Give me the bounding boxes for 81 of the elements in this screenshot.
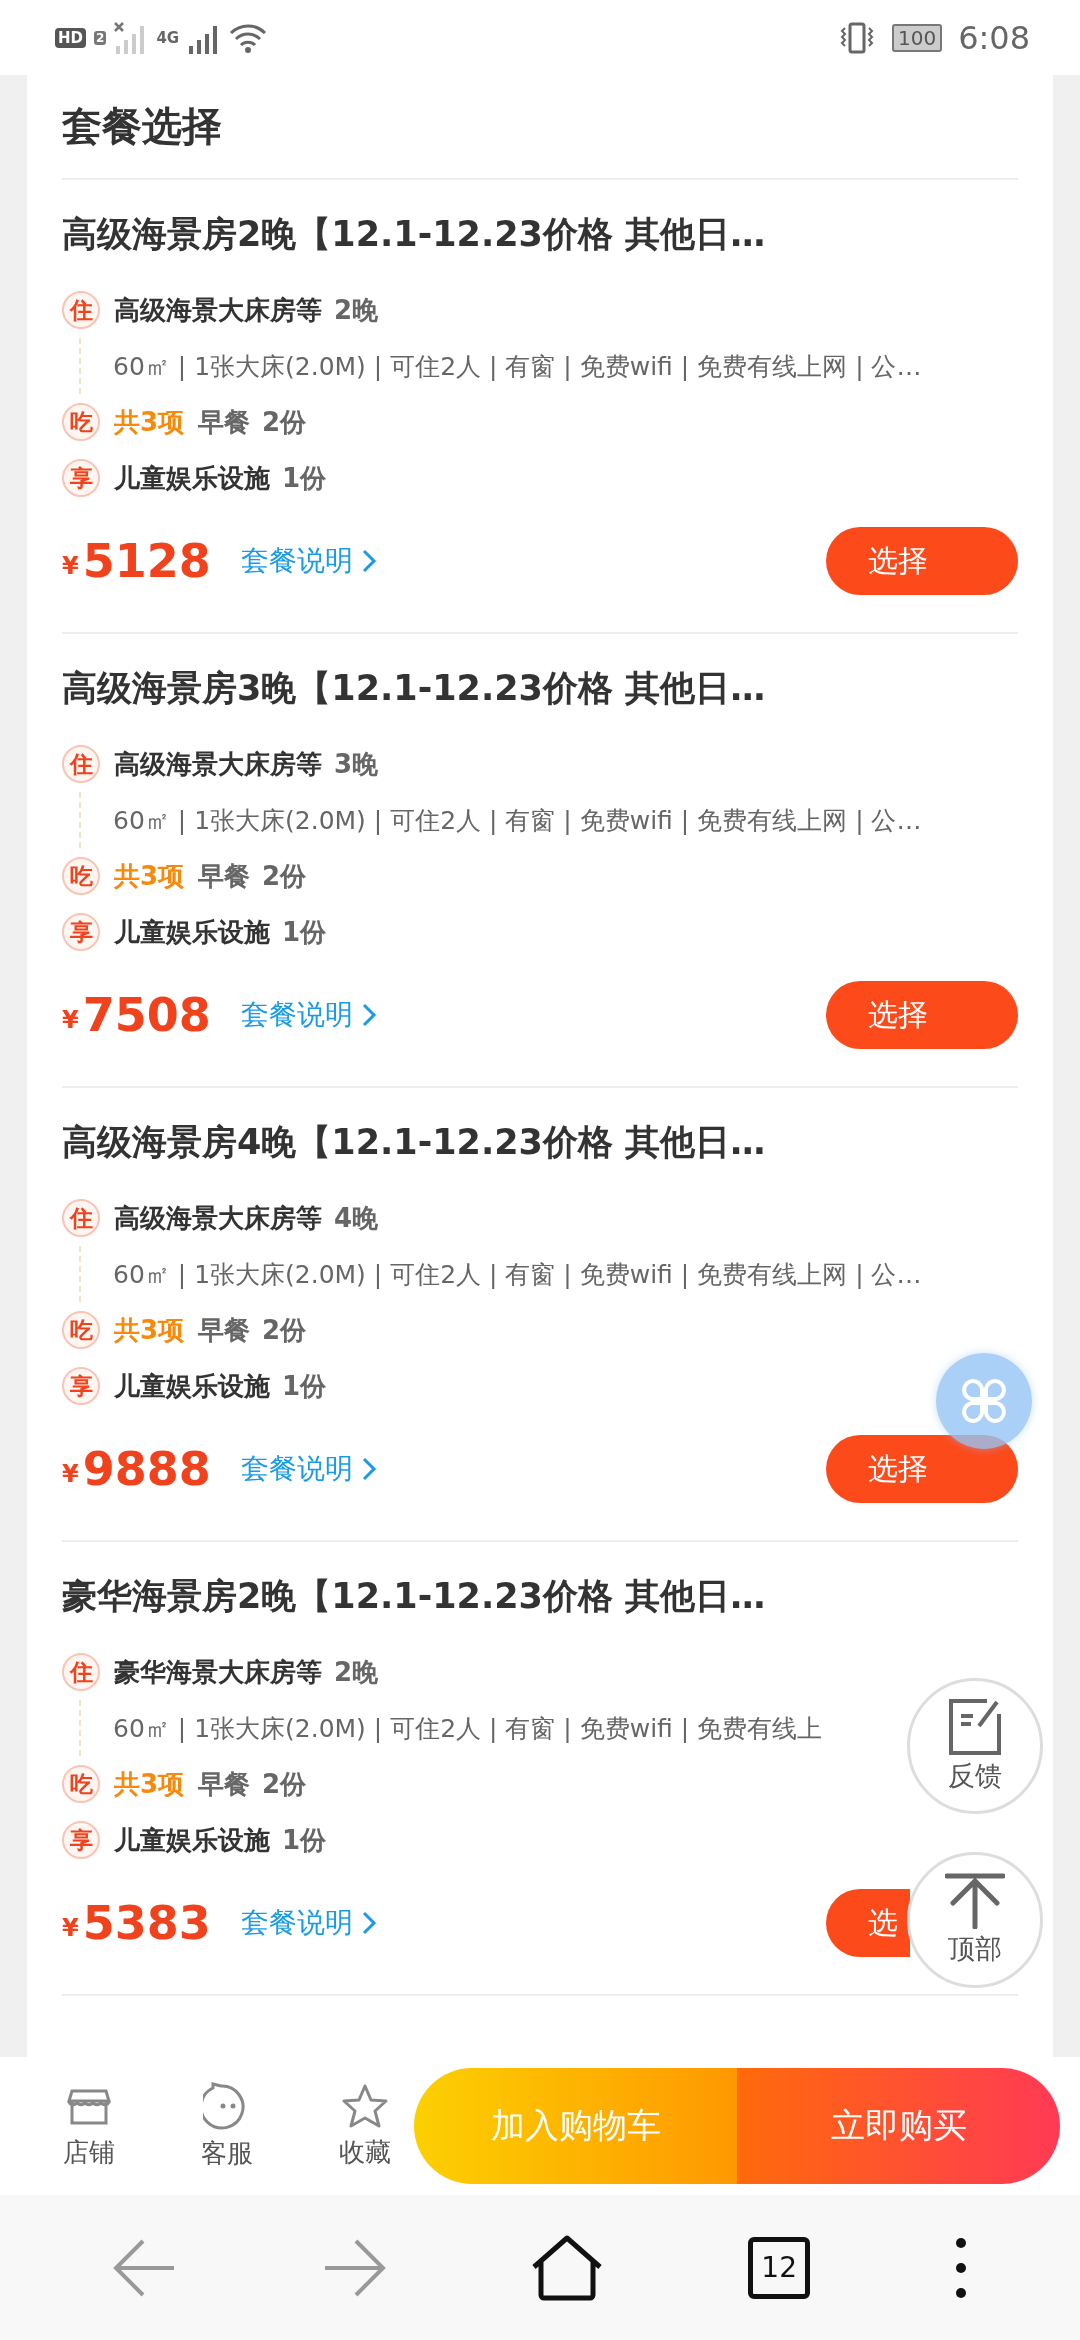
item-quantity: 1份 [282, 461, 327, 495]
package-title[interactable]: 高级海景房4晚【12.1-12.23价格 其他日… [62, 1116, 1018, 1168]
currency-symbol: ¥ [62, 1006, 79, 1034]
chevron-right-icon [360, 1910, 377, 1936]
item-quantity: 2份 [262, 405, 307, 439]
currency-symbol: ¥ [62, 1914, 79, 1942]
chevron-right-icon [360, 548, 377, 574]
shortcut-label[interactable]: 收藏 [339, 2134, 391, 2170]
chevron-right-icon [360, 1456, 377, 1482]
item-name: 儿童娱乐设施 [114, 1369, 270, 1403]
room-details: 60㎡ | 1张大床(2.0M) | 可住2人 | 有窗 | 免费wifi | 免费有线上网 | 公… [113, 804, 922, 837]
more-menu-icon[interactable] [955, 2236, 968, 2299]
category-badge: 吃 [62, 403, 100, 441]
category-badge: 住 [62, 1653, 100, 1691]
item-count: 共3项 [114, 1767, 185, 1801]
shortcut-label[interactable]: 客服 [201, 2135, 253, 2171]
home-icon[interactable] [530, 2234, 603, 2301]
back-to-top-label: 顶部 [948, 1932, 1002, 1966]
category-badge: 享 [62, 913, 100, 951]
category-badge: 享 [62, 459, 100, 497]
room-details: 60㎡ | 1张大床(2.0M) | 可住2人 | 有窗 | 免费wifi | 免费有线上 [113, 1712, 823, 1745]
category-badge: 吃 [62, 1311, 100, 1349]
item-name: 高级海景大床房等 [114, 747, 322, 781]
room-details: 60㎡ | 1张大床(2.0M) | 可住2人 | 有窗 | 免费wifi | 免费有线上网 | 公… [113, 1258, 922, 1291]
item-name: 早餐 [198, 1767, 251, 1801]
price: 7508 [82, 988, 211, 1042]
item-name: 早餐 [198, 859, 251, 893]
section-title: 套餐选择 [62, 102, 222, 151]
item-quantity: 1份 [282, 1369, 327, 1403]
item-quantity: 2份 [262, 859, 307, 893]
price: 5383 [82, 1896, 211, 1950]
item-name: 豪华海景大床房等 [114, 1655, 322, 1689]
category-badge: 吃 [62, 857, 100, 895]
clock: 6:08 [958, 18, 1030, 57]
currency-symbol: ¥ [62, 552, 79, 580]
category-badge: 享 [62, 1821, 100, 1859]
category-badge: 住 [62, 745, 100, 783]
currency-symbol: ¥ [62, 1460, 79, 1488]
item-name: 儿童娱乐设施 [114, 461, 270, 495]
item-quantity: 2份 [262, 1767, 307, 1801]
star-icon[interactable] [341, 2082, 389, 2129]
package-title[interactable]: 高级海景房2晚【12.1-12.23价格 其他日… [62, 208, 1018, 260]
price: 9888 [82, 1442, 211, 1496]
item-name: 儿童娱乐设施 [114, 1823, 270, 1857]
category-badge: 享 [62, 1367, 100, 1405]
item-name: 高级海景大床房等 [114, 1201, 322, 1235]
vibrate-icon [839, 21, 874, 54]
arrow-up-icon [945, 1873, 1005, 1929]
category-badge: 住 [62, 291, 100, 329]
category-badge: 吃 [62, 1765, 100, 1803]
chevron-right-icon [360, 1002, 377, 1028]
package-title[interactable]: 豪华海景房2晚【12.1-12.23价格 其他日… [62, 1570, 1018, 1622]
item-name: 早餐 [198, 405, 251, 439]
price: 5128 [82, 534, 211, 588]
item-quantity: 4晚 [334, 1201, 379, 1235]
package-title[interactable]: 高级海景房3晚【12.1-12.23价格 其他日… [62, 662, 1018, 714]
item-name: 儿童娱乐设施 [114, 915, 270, 949]
wifi-icon [229, 22, 268, 53]
tabs-button[interactable]: 12 [748, 2236, 811, 2299]
item-count: 共3项 [114, 405, 185, 439]
hd-indicator: HD [55, 27, 86, 48]
item-name: 早餐 [198, 1313, 251, 1347]
note-edit-icon [947, 1698, 1003, 1756]
sim-slot-label: 2 [94, 30, 107, 45]
shortcut-label[interactable]: 店铺 [63, 2134, 115, 2170]
network-type-label: 4G [156, 28, 180, 47]
category-badge: 住 [62, 1199, 100, 1237]
item-name: 高级海景大床房等 [114, 293, 322, 327]
item-count: 共3项 [114, 1313, 185, 1347]
battery-indicator: 100 [891, 23, 943, 52]
item-count: 共3项 [114, 859, 185, 893]
item-quantity: 3晚 [334, 747, 379, 781]
room-details: 60㎡ | 1张大床(2.0M) | 可住2人 | 有窗 | 免费wifi | 免费有线上网 | 公… [113, 350, 922, 383]
item-quantity: 2晚 [334, 1655, 379, 1689]
item-quantity: 1份 [282, 1823, 327, 1857]
item-quantity: 1份 [282, 915, 327, 949]
feedback-label: 反馈 [948, 1759, 1002, 1793]
clover-icon [960, 1377, 1008, 1425]
item-quantity: 2份 [262, 1313, 307, 1347]
back-arrow-icon[interactable] [112, 2237, 177, 2298]
item-quantity: 2晚 [334, 293, 379, 327]
